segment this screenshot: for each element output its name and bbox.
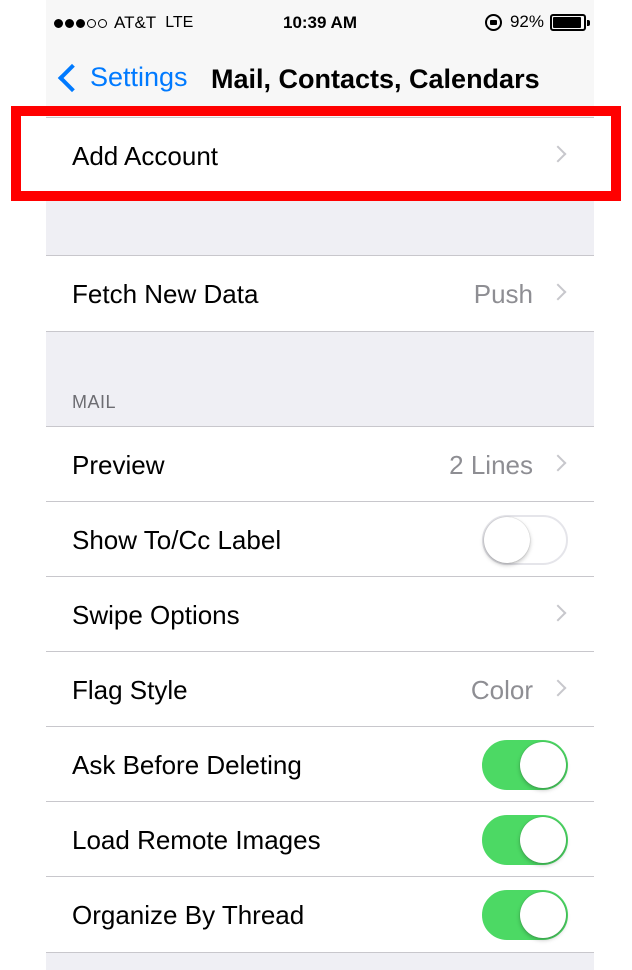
battery-tip — [587, 19, 590, 26]
organize-by-thread-toggle[interactable] — [482, 890, 568, 940]
accounts-group: Add Account — [46, 118, 594, 193]
preview-row[interactable]: Preview 2 Lines — [46, 427, 594, 502]
fetch-group: Fetch New Data Push — [46, 255, 594, 332]
load-remote-images-toggle[interactable] — [482, 815, 568, 865]
toggle-knob — [484, 517, 530, 563]
flag-style-value: Color — [470, 675, 533, 705]
toggle-knob — [520, 892, 566, 938]
chevron-right-icon — [549, 145, 567, 163]
mail-section-header: MAIL — [72, 392, 117, 412]
fetch-new-data-value: Push — [473, 279, 533, 309]
swipe-options-label: Swipe Options — [72, 600, 240, 630]
navigation-bar: Settings Mail, Contacts, Calendars — [46, 46, 594, 118]
battery-percent: 92% — [509, 12, 544, 31]
page-title: Mail, Contacts, Calendars — [211, 64, 540, 94]
show-to-cc-toggle[interactable] — [482, 515, 568, 565]
mail-group: Preview 2 Lines Show To/Cc Label Swipe O… — [46, 426, 594, 953]
back-button-label: Settings — [90, 62, 188, 92]
ask-before-deleting-label: Ask Before Deleting — [72, 750, 302, 780]
show-to-cc-row: Show To/Cc Label — [46, 502, 594, 577]
battery-icon — [550, 13, 590, 31]
add-account-row[interactable]: Add Account — [46, 118, 594, 193]
back-button[interactable]: Settings — [57, 62, 188, 93]
organize-by-thread-label: Organize By Thread — [72, 900, 305, 930]
toggle-knob — [520, 817, 566, 863]
chevron-right-icon — [549, 283, 567, 301]
ask-before-deleting-toggle[interactable] — [482, 740, 568, 790]
status-bar: AT&T LTE 10:39 AM 92% — [46, 0, 594, 46]
status-right: 92% — [484, 12, 590, 32]
preview-label: Preview — [72, 450, 165, 480]
ask-before-deleting-row: Ask Before Deleting — [46, 727, 594, 802]
chevron-right-icon — [549, 679, 567, 697]
load-remote-images-label: Load Remote Images — [72, 825, 321, 855]
show-to-cc-label: Show To/Cc Label — [72, 525, 282, 555]
chevron-right-icon — [549, 604, 567, 622]
flag-style-label: Flag Style — [72, 675, 188, 705]
load-remote-images-row: Load Remote Images — [46, 802, 594, 877]
organize-by-thread-row: Organize By Thread — [46, 877, 594, 952]
add-account-label: Add Account — [72, 141, 218, 171]
fetch-new-data-label: Fetch New Data — [72, 279, 259, 309]
preview-value: 2 Lines — [449, 450, 533, 480]
fetch-new-data-row[interactable]: Fetch New Data Push — [46, 256, 594, 331]
chevron-left-icon — [57, 63, 87, 92]
chevron-right-icon — [549, 454, 567, 472]
settings-screen: AT&T LTE 10:39 AM 92% Settings Mail, Con… — [46, 0, 594, 970]
swipe-options-row[interactable]: Swipe Options — [46, 577, 594, 652]
flag-style-row[interactable]: Flag Style Color — [46, 652, 594, 727]
rotation-lock-icon — [484, 13, 502, 31]
battery-level — [553, 16, 581, 28]
toggle-knob — [520, 742, 566, 788]
